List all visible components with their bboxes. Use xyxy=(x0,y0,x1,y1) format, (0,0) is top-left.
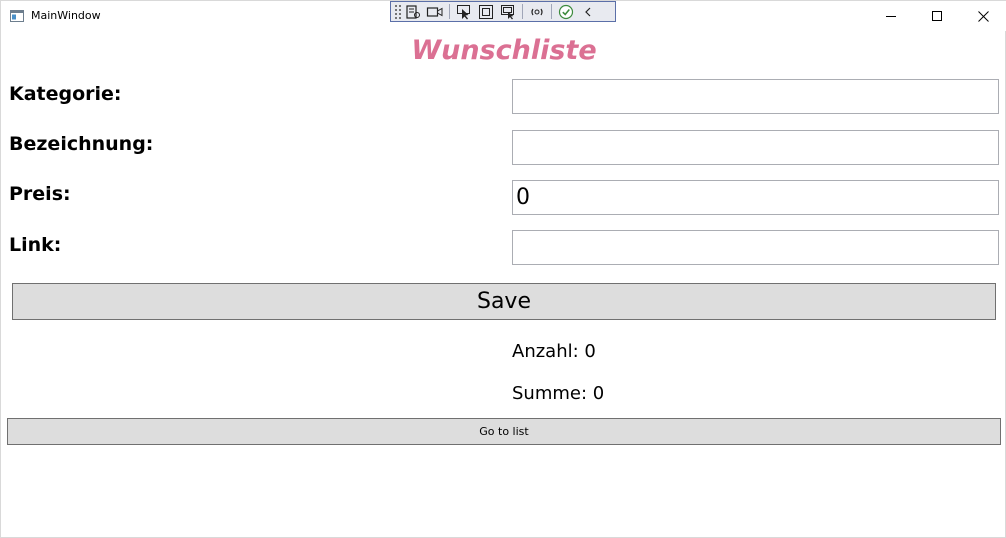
link-input[interactable] xyxy=(512,230,999,265)
close-icon xyxy=(977,10,989,22)
preis-input[interactable] xyxy=(512,180,999,215)
track-focus-icon[interactable] xyxy=(497,2,519,21)
toolbar-separator xyxy=(449,4,450,19)
preis-label: Preis: xyxy=(9,183,71,205)
title-bar[interactable]: MainWindow xyxy=(1,1,1006,31)
maximize-icon xyxy=(932,11,942,21)
record-icon[interactable] xyxy=(424,2,446,21)
binding-check-icon[interactable] xyxy=(555,2,577,21)
minimize-icon xyxy=(886,16,896,17)
app-window-icon xyxy=(10,10,24,22)
kategorie-label: Kategorie: xyxy=(9,83,122,105)
hot-reload-icon[interactable] xyxy=(526,2,548,21)
maximize-button[interactable] xyxy=(914,1,960,31)
go-to-list-button[interactable]: Go to list xyxy=(7,418,1001,445)
bezeichnung-label: Bezeichnung: xyxy=(9,133,154,155)
kategorie-input[interactable] xyxy=(512,79,999,114)
bezeichnung-input[interactable] xyxy=(512,130,999,165)
toolbar-separator xyxy=(551,4,552,19)
minimize-button[interactable] xyxy=(868,1,914,31)
main-window: MainWindow Wunschliste Kategorie: Bezeic… xyxy=(0,0,1006,538)
live-visual-tree-icon[interactable] xyxy=(402,2,424,21)
close-button[interactable] xyxy=(960,1,1006,31)
collapse-icon[interactable] xyxy=(577,2,599,21)
display-layout-adorners-icon[interactable] xyxy=(475,2,497,21)
summe-text: Summe: 0 xyxy=(512,383,605,404)
anzahl-text: Anzahl: 0 xyxy=(512,341,596,362)
toolbar-grip-icon[interactable] xyxy=(394,4,402,19)
link-label: Link: xyxy=(9,234,62,256)
toolbar-separator xyxy=(522,4,523,19)
save-button[interactable]: Save xyxy=(12,283,996,320)
select-element-icon[interactable] xyxy=(453,2,475,21)
window-title: MainWindow xyxy=(31,9,101,22)
debug-toolbar xyxy=(390,1,616,22)
page-title: Wunschliste xyxy=(411,35,597,66)
